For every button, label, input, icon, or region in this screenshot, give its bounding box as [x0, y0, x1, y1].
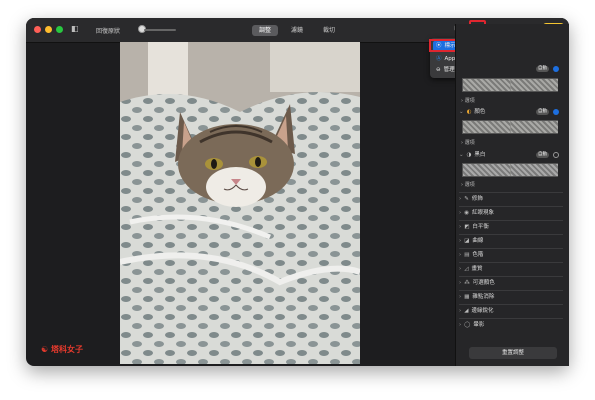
bw-auto-badge[interactable]: 自動 — [536, 152, 549, 158]
close-window-button[interactable] — [34, 26, 41, 33]
color-checkbox[interactable] — [553, 109, 559, 115]
tool-definition[interactable]: › ◿ 畫質 — [459, 263, 563, 275]
light-thumbnail-strip[interactable] — [462, 78, 558, 92]
bw-options[interactable]: › 選項 — [461, 181, 475, 188]
revert-button[interactable]: 回復原狀 — [96, 26, 120, 35]
bw-thumbnail-strip[interactable] — [462, 163, 558, 177]
sharpen-icon: ◢ — [464, 308, 469, 314]
red-eye-icon: ◉ — [464, 210, 470, 216]
tool-white-balance[interactable]: › ◩ 白平衡 — [459, 221, 563, 233]
light-options[interactable]: › 選項 — [461, 97, 475, 104]
tool-curves[interactable]: › ◪ 曲線 — [459, 235, 563, 247]
tool-retouch[interactable]: › ✎ 修飾 — [459, 193, 563, 205]
more-icon: ⊖ — [436, 67, 441, 73]
definition-icon: ◿ — [464, 266, 469, 272]
tool-selective-color[interactable]: › ⁂ 可選顏色 — [459, 277, 563, 289]
cat-photo — [120, 42, 360, 364]
tool-vignette[interactable]: › ◯ 暈影 — [459, 319, 563, 331]
light-checkbox[interactable] — [553, 66, 559, 72]
color-auto-badge[interactable]: 自動 — [536, 109, 549, 115]
black-white-icon: ◑ — [466, 152, 472, 158]
retouch-icon: ✎ — [464, 196, 469, 202]
white-balance-icon: ◩ — [464, 224, 470, 230]
curves-icon: ◪ — [464, 238, 470, 244]
tab-filters[interactable]: 濾鏡 — [284, 25, 310, 36]
app-store-icon: Ⓐ — [436, 56, 442, 62]
tool-levels[interactable]: › ▤ 色階 — [459, 249, 563, 261]
color-thumbnail-strip[interactable] — [462, 120, 558, 134]
tab-crop[interactable]: 裁切 — [316, 25, 342, 36]
watermark-logo: ☯ 塔科女子 — [41, 345, 83, 354]
color-options[interactable]: › 選項 — [461, 139, 475, 146]
levels-icon: ▤ — [464, 252, 470, 258]
zoom-window-button[interactable] — [56, 26, 63, 33]
sidebar-icon[interactable]: ◧ — [71, 25, 79, 33]
zoom-slider[interactable] — [144, 29, 176, 31]
tab-adjust[interactable]: 調整 — [252, 25, 278, 36]
photo-canvas[interactable] — [120, 42, 360, 364]
selective-color-icon: ⁂ — [464, 280, 470, 286]
vignette-icon: ◯ — [464, 322, 471, 328]
light-auto-badge[interactable]: 自動 — [536, 66, 549, 72]
bw-checkbox[interactable] — [553, 152, 559, 158]
tool-red-eye[interactable]: › ◉ 紅眼現象 — [459, 207, 563, 219]
tool-sharpen[interactable]: › ◢ 邊緣銳化 — [459, 305, 563, 317]
reset-adjustments-button[interactable]: 重置調整 — [469, 347, 557, 359]
tool-noise-reduction[interactable]: › ▦ 雜點消除 — [459, 291, 563, 303]
color-icon: ◐ — [466, 109, 472, 115]
noise-reduction-icon: ▦ — [464, 294, 470, 300]
minimize-window-button[interactable] — [45, 26, 52, 33]
